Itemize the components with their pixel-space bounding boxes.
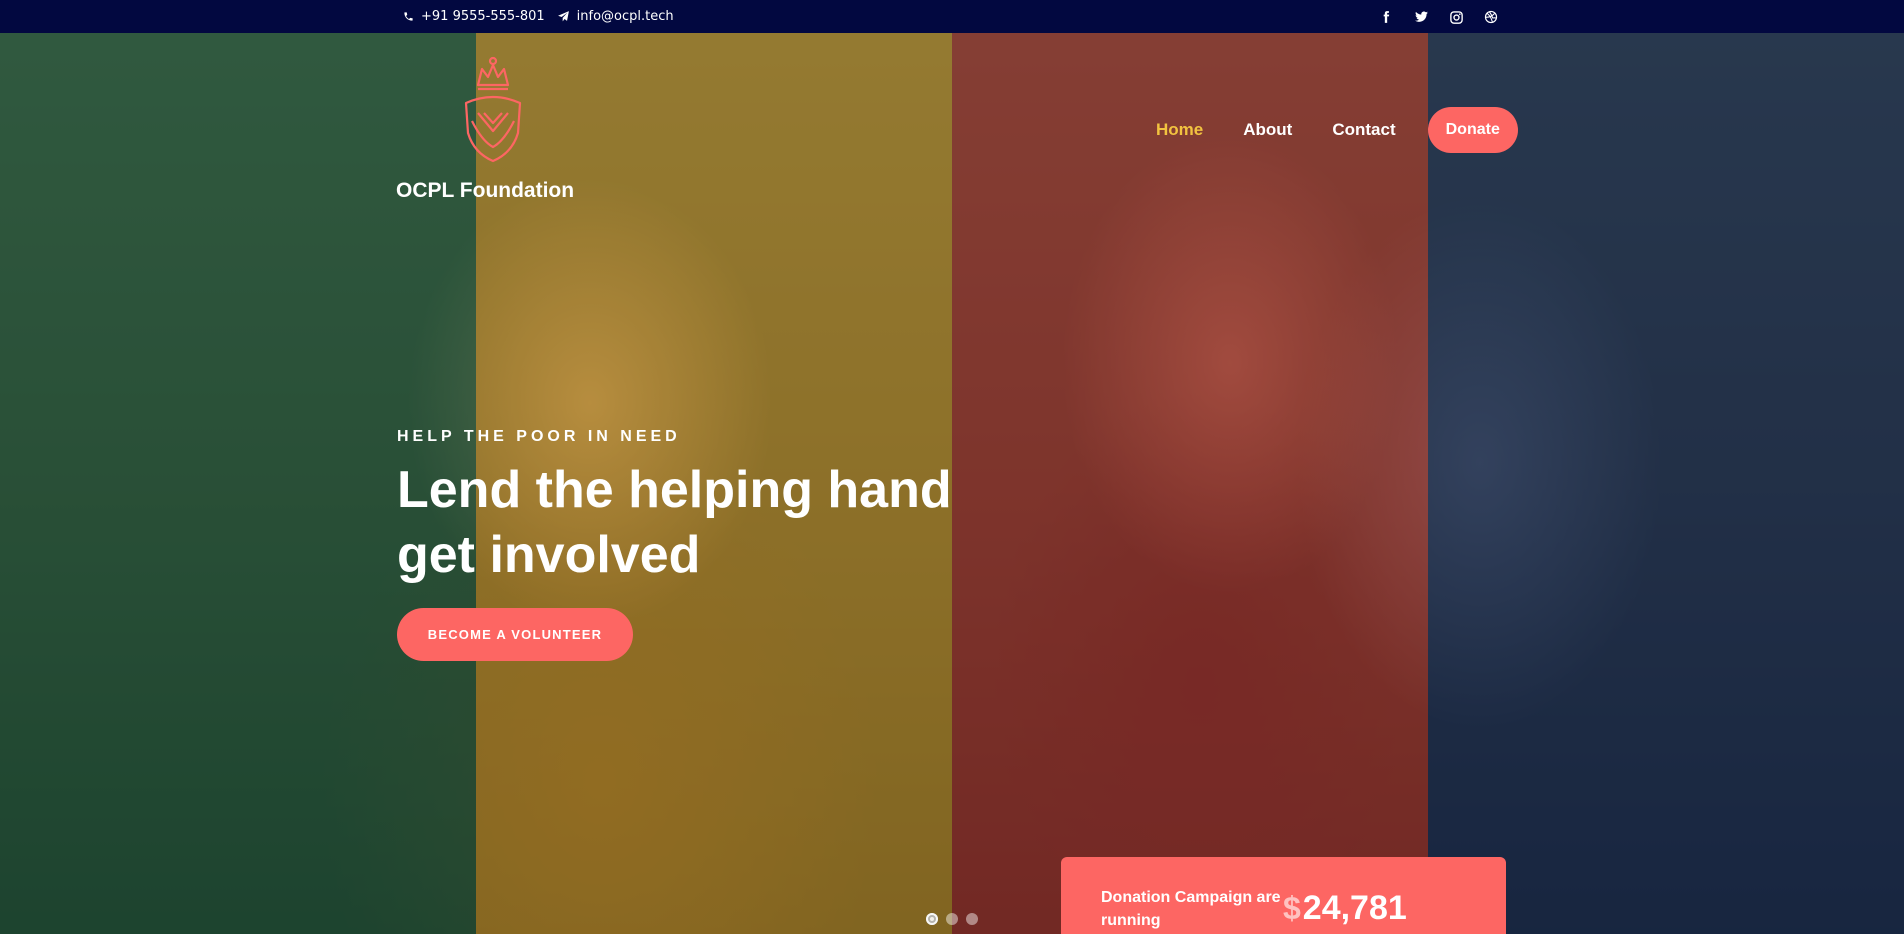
- crown-shield-icon: [464, 56, 522, 163]
- site-name: OCPL Foundation: [396, 179, 575, 202]
- donate-button[interactable]: Donate: [1427, 107, 1518, 153]
- nav-contact[interactable]: Contact: [1332, 120, 1395, 140]
- phone-link[interactable]: +91 9555-555-801: [403, 9, 545, 24]
- phone-number: +91 9555-555-801: [421, 9, 545, 24]
- slider-dots: [926, 913, 986, 925]
- slider-dot-2[interactable]: [946, 913, 958, 925]
- top-bar: +91 9555-555-801 info@ocpl.tech: [0, 0, 1904, 33]
- donation-amount: $ 24,781: [1283, 889, 1407, 928]
- hero-content: HELP THE POOR IN NEED Lend the helping h…: [397, 428, 1037, 661]
- nav-home[interactable]: Home: [1156, 120, 1203, 140]
- main-nav: Home About Contact Donate: [1156, 107, 1518, 153]
- paper-plane-icon: [557, 11, 569, 22]
- social-links: [1376, 7, 1516, 27]
- facebook-icon[interactable]: [1376, 7, 1396, 27]
- email-address: info@ocpl.tech: [576, 9, 674, 24]
- dribbble-icon[interactable]: [1481, 7, 1501, 27]
- donation-campaign-card: Donation Campaign are running $ 24,781: [1061, 857, 1506, 934]
- slider-dot-3[interactable]: [966, 913, 978, 925]
- hero-headline: Lend the helping hand get involved: [397, 461, 952, 584]
- phone-icon: [404, 12, 413, 21]
- hero-eyebrow: HELP THE POOR IN NEED: [397, 428, 681, 445]
- overlay-strip-blue: [1428, 33, 1904, 934]
- slider-dot-1[interactable]: [926, 913, 938, 925]
- email-link[interactable]: info@ocpl.tech: [557, 9, 674, 24]
- nav-about[interactable]: About: [1243, 120, 1292, 140]
- donation-label: Donation Campaign are running: [1101, 889, 1281, 929]
- instagram-icon[interactable]: [1446, 7, 1466, 27]
- twitter-icon[interactable]: [1411, 7, 1431, 27]
- currency-symbol: $: [1283, 890, 1301, 926]
- donation-amount-value: 24,781: [1302, 889, 1407, 927]
- become-volunteer-button[interactable]: BECOME A VOLUNTEER: [397, 608, 633, 661]
- contact-info: +91 9555-555-801 info@ocpl.tech: [403, 9, 686, 24]
